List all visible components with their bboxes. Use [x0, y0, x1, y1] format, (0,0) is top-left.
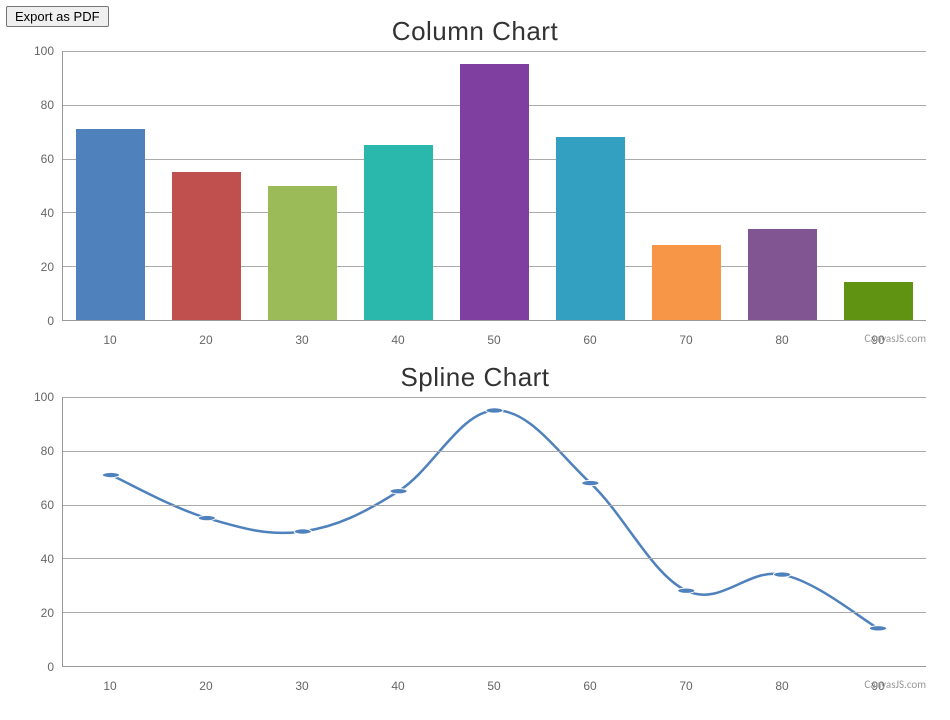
y-tick-label: 0 [24, 314, 54, 328]
gridline [63, 51, 926, 52]
gridline [63, 397, 926, 398]
y-tick-label: 60 [24, 152, 54, 166]
column-bar [364, 145, 433, 320]
y-tick-label: 40 [24, 552, 54, 566]
y-tick-label: 20 [24, 606, 54, 620]
x-tick-label: 30 [295, 679, 308, 693]
spline-chart-x-axis: 102030405060708090 [62, 673, 926, 697]
column-chart-y-axis: 020406080100 [24, 51, 58, 321]
x-tick-label: 40 [391, 333, 404, 347]
column-chart: Column Chart 0 20 40 60 80 100 10 20 30 40 50 60 70… [20, 16, 930, 356]
column-bar [268, 186, 337, 321]
column-bar [172, 172, 241, 320]
spline-data-point [486, 408, 503, 413]
gridline [63, 451, 926, 452]
x-tick-label: 50 [487, 333, 500, 347]
x-tick-label: 20 [199, 333, 212, 347]
spline-chart-plot-area [62, 397, 926, 667]
y-tick-label: 0 [24, 660, 54, 674]
column-chart-x-axis: 102030405060708090 [62, 327, 926, 351]
spline-data-point [678, 588, 695, 593]
column-bar [652, 245, 721, 320]
y-tick-label: 20 [24, 260, 54, 274]
spline-data-point [582, 480, 599, 485]
x-tick-label: 10 [103, 679, 116, 693]
x-tick-label: 10 [103, 333, 116, 347]
spline-data-point [198, 515, 215, 520]
x-tick-label: 70 [679, 333, 692, 347]
x-tick-label: 80 [775, 679, 788, 693]
y-tick-label: 60 [24, 498, 54, 512]
spline-data-point [774, 572, 791, 577]
y-tick-label: 100 [24, 390, 54, 404]
spline-chart-y-axis: 020406080100 [24, 397, 58, 667]
gridline [63, 558, 926, 559]
column-bar [76, 129, 145, 320]
spline-data-point [102, 472, 119, 477]
x-tick-label: 50 [487, 679, 500, 693]
spline-data-point [294, 529, 311, 534]
y-tick-label: 80 [24, 444, 54, 458]
x-tick-label: 40 [391, 679, 404, 693]
y-tick-label: 100 [24, 44, 54, 58]
gridline [63, 505, 926, 506]
column-bar [844, 282, 913, 320]
column-chart-title: Column Chart [20, 16, 930, 47]
spline-data-point [869, 626, 886, 631]
column-bar [748, 229, 817, 320]
x-tick-label: 70 [679, 679, 692, 693]
x-tick-label: 20 [199, 679, 212, 693]
x-tick-label: 60 [583, 679, 596, 693]
spline-chart-line [63, 397, 926, 666]
spline-path [111, 410, 878, 628]
gridline [63, 612, 926, 613]
spline-chart-attribution: CanvasJS.com [864, 678, 926, 691]
spline-data-point [390, 488, 407, 493]
x-tick-label: 80 [775, 333, 788, 347]
page-root: Export as PDF Column Chart 020406080100 … [0, 0, 950, 720]
column-chart-attribution: CanvasJS.com [864, 332, 926, 345]
y-tick-label: 80 [24, 98, 54, 112]
column-chart-plot-area [62, 51, 926, 321]
column-bar [556, 137, 625, 320]
spline-chart-title: Spline Chart [20, 362, 930, 393]
x-tick-label: 30 [295, 333, 308, 347]
y-tick-label: 40 [24, 206, 54, 220]
spline-chart: Spline Chart 0 20 40 60 80 100 10 20 30 40 50 60 70… [20, 362, 930, 702]
x-tick-label: 60 [583, 333, 596, 347]
column-bar [460, 64, 529, 320]
